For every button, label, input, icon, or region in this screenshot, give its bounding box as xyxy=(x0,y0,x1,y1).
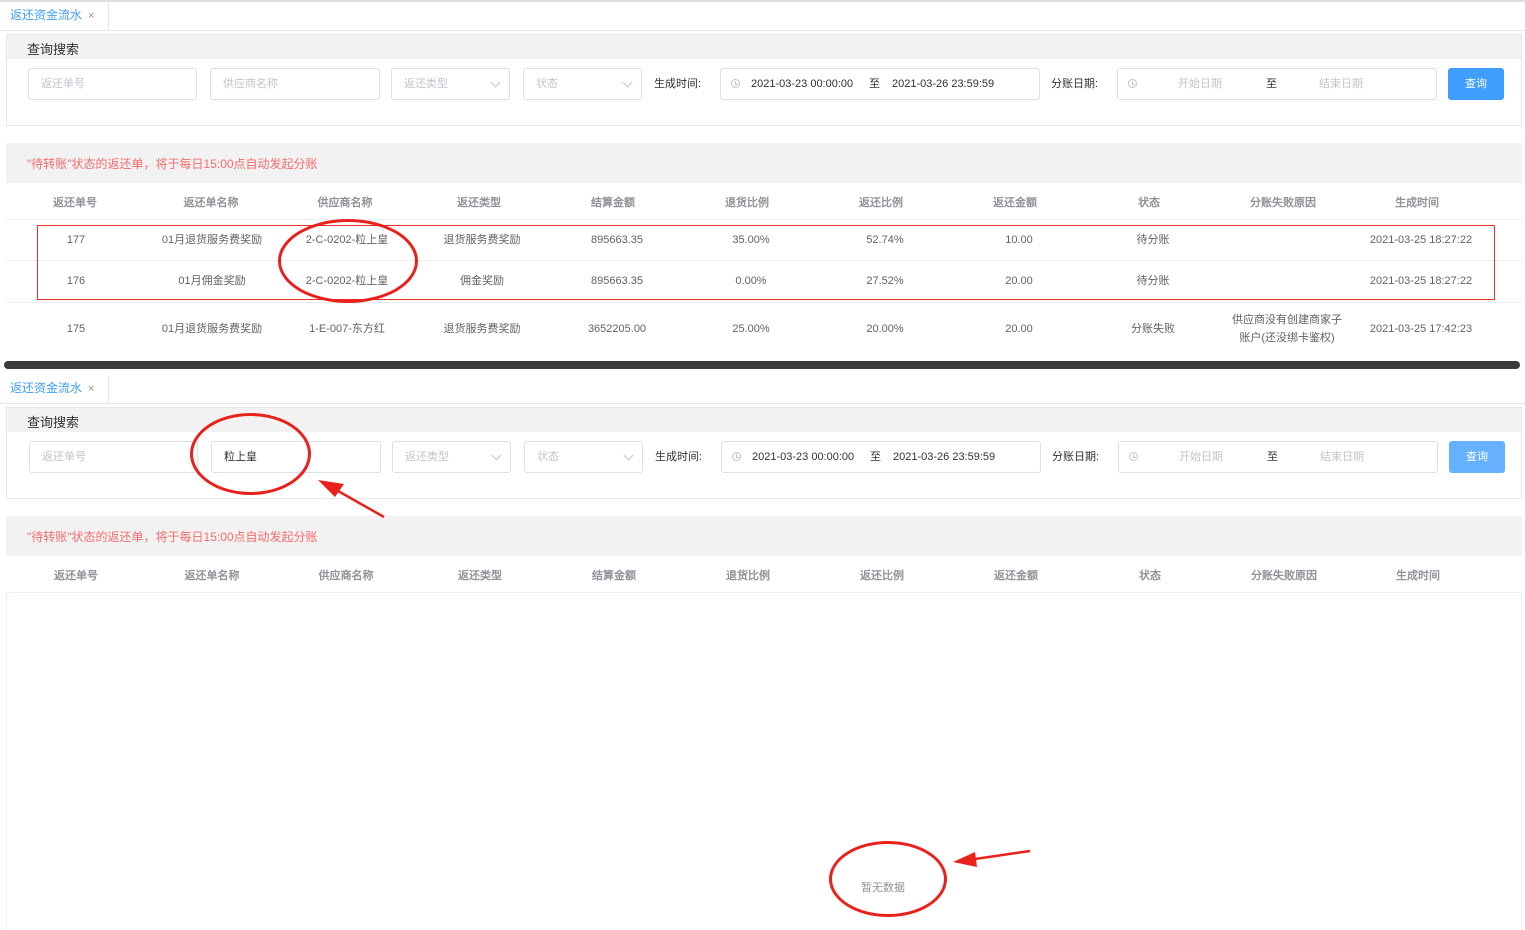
arrow-to-empty-shaft xyxy=(967,849,1031,862)
arrow-to-empty-head xyxy=(953,852,977,867)
arrow-to-input-head xyxy=(318,480,344,497)
annotation-arrows xyxy=(318,480,1031,867)
arrow-to-input-shaft xyxy=(330,485,385,519)
